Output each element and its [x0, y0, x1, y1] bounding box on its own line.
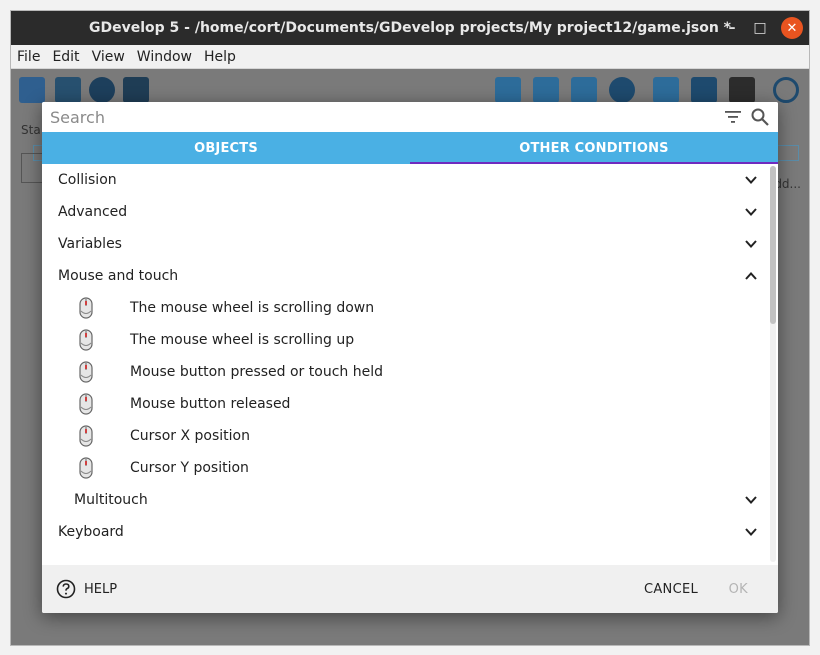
menu-bar: File Edit View Window Help [11, 45, 809, 69]
group-label: Collision [58, 172, 117, 188]
group-variables[interactable]: Variables [42, 228, 778, 260]
delete-event-icon[interactable] [653, 77, 679, 103]
item-label: The mouse wheel is scrolling down [130, 300, 375, 316]
help-button[interactable]: HELP [56, 579, 117, 599]
menu-help[interactable]: Help [198, 49, 242, 65]
mouse-icon [79, 393, 93, 415]
help-circle-icon [56, 579, 76, 599]
help-label: HELP [84, 581, 118, 597]
dialog-footer: HELP CANCEL OK [42, 565, 778, 613]
scene-icon[interactable] [55, 77, 81, 103]
conditions-list: Collision Advanced Variables Mouse and t… [42, 164, 778, 564]
menu-file[interactable]: File [11, 49, 46, 65]
list-item[interactable]: Cursor Y position [42, 452, 778, 484]
search-events-icon[interactable] [773, 77, 799, 103]
tab-other-conditions[interactable]: OTHER CONDITIONS [410, 132, 778, 164]
mouse-icon [79, 457, 93, 479]
item-label: The mouse wheel is scrolling up [130, 332, 355, 348]
add-comment-icon[interactable] [571, 77, 597, 103]
chevron-down-icon [745, 176, 757, 184]
group-collision[interactable]: Collision [42, 164, 778, 196]
tab-bar: OBJECTS OTHER CONDITIONS [42, 132, 778, 164]
minimize-button[interactable]: – [721, 17, 743, 39]
menu-view[interactable]: View [86, 49, 131, 65]
chevron-down-icon [745, 240, 757, 248]
menu-window[interactable]: Window [131, 49, 198, 65]
search-input[interactable] [50, 107, 690, 127]
debugger-bug-icon[interactable] [123, 77, 149, 103]
chevron-down-icon [745, 208, 757, 216]
mouse-icon [79, 361, 93, 383]
add-event-icon[interactable] [495, 77, 521, 103]
mouse-icon [79, 297, 93, 319]
group-multitouch[interactable]: Multitouch [42, 484, 778, 516]
item-label: Cursor X position [130, 428, 250, 444]
list-item[interactable]: The mouse wheel is scrolling up [42, 324, 778, 356]
cancel-button[interactable]: CANCEL [644, 582, 698, 597]
project-manager-icon[interactable] [19, 77, 45, 103]
list-item[interactable]: The mouse wheel is scrolling down [42, 292, 778, 324]
preview-play-icon[interactable] [89, 77, 115, 103]
background-hint: dd... [774, 177, 801, 191]
close-button[interactable]: ✕ [781, 17, 803, 39]
mouse-icon [79, 425, 93, 447]
background-label: Sta [21, 123, 41, 137]
group-label: Keyboard [58, 524, 124, 540]
group-label: Multitouch [74, 492, 148, 508]
group-label: Mouse and touch [58, 268, 179, 284]
scrollbar-thumb[interactable] [770, 166, 776, 324]
item-label: Cursor Y position [130, 460, 249, 476]
item-label: Mouse button released [130, 396, 291, 412]
group-mouse-and-touch[interactable]: Mouse and touch [42, 260, 778, 292]
filter-icon[interactable] [724, 108, 742, 126]
chevron-down-icon [745, 496, 757, 504]
add-subevent-icon[interactable] [533, 77, 559, 103]
list-item[interactable]: Cursor X position [42, 420, 778, 452]
maximize-button[interactable]: □ [749, 17, 771, 39]
search-icon[interactable] [750, 107, 770, 127]
chevron-up-icon [745, 272, 757, 280]
group-label: Advanced [58, 204, 128, 220]
group-label: Variables [58, 236, 122, 252]
redo-icon[interactable] [729, 77, 755, 103]
add-other-icon[interactable] [609, 77, 635, 103]
group-advanced[interactable]: Advanced [42, 196, 778, 228]
undo-icon[interactable] [691, 77, 717, 103]
chevron-down-icon [745, 528, 757, 536]
tab-objects[interactable]: OBJECTS [42, 132, 410, 164]
new-condition-dialog: OBJECTS OTHER CONDITIONS Collision Advan… [42, 102, 778, 613]
list-item[interactable]: Mouse button released [42, 388, 778, 420]
menu-edit[interactable]: Edit [46, 49, 85, 65]
ok-button[interactable]: OK [729, 582, 748, 597]
mouse-icon [79, 329, 93, 351]
list-scrollbar[interactable] [770, 166, 776, 562]
window-title: GDevelop 5 - /home/cort/Documents/GDevel… [88, 20, 731, 36]
title-bar: GDevelop 5 - /home/cort/Documents/GDevel… [11, 11, 809, 45]
search-bar [42, 102, 778, 132]
group-keyboard[interactable]: Keyboard [42, 516, 778, 548]
item-label: Mouse button pressed or touch held [130, 364, 383, 380]
list-item[interactable]: Mouse button pressed or touch held [42, 356, 778, 388]
